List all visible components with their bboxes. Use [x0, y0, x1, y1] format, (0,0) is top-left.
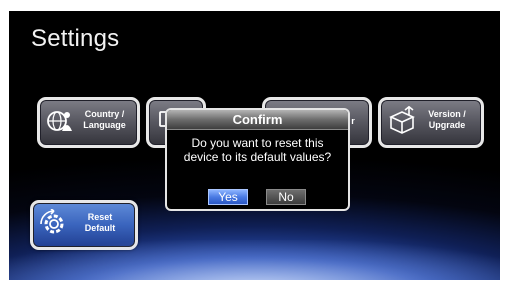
tile-label: Version / Upgrade	[428, 109, 466, 130]
dialog-message: Do you want to reset this device to its …	[183, 136, 332, 164]
tile-reset-default[interactable]: Reset Default	[30, 200, 138, 250]
settings-screen: Settings Country / Language r Version / …	[9, 11, 500, 280]
tile-version-upgrade[interactable]: Version / Upgrade	[378, 97, 484, 148]
page-title: Settings	[31, 25, 120, 52]
tile-label: Country / Language	[83, 109, 126, 130]
no-button[interactable]: No	[266, 189, 306, 205]
dialog-title: Confirm	[167, 110, 348, 130]
yes-button[interactable]: Yes	[208, 189, 248, 205]
box-upgrade-icon	[387, 106, 417, 136]
tile-label: Reset Default	[84, 212, 116, 233]
confirm-dialog: Confirm Do you want to reset this device…	[165, 108, 350, 211]
tile-country-language[interactable]: Country / Language	[37, 97, 140, 148]
globe-person-icon	[46, 106, 76, 136]
gear-reset-icon	[39, 209, 69, 239]
